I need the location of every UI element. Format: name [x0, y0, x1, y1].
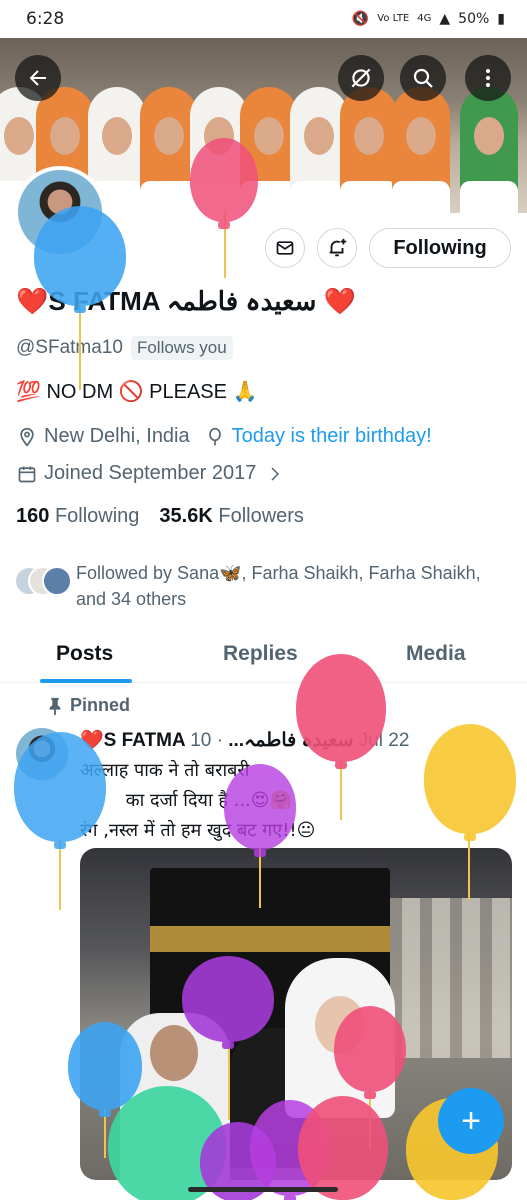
balloon-string: [228, 1040, 230, 1120]
following-count-link[interactable]: 160 Following: [16, 505, 139, 528]
battery-percent: 50%: [458, 11, 490, 27]
home-indicator: [188, 1187, 338, 1192]
pinned-label: Pinned: [70, 695, 131, 715]
profile-joined: Joined September 2017: [44, 462, 257, 484]
search-button[interactable]: [400, 55, 446, 101]
avatar: [42, 566, 72, 596]
mail-icon: [276, 241, 294, 255]
handle-row: @SFatma10 Follows you: [16, 336, 233, 360]
banner-person: [460, 87, 518, 213]
follows-you-badge: Follows you: [130, 336, 233, 360]
following-button[interactable]: Following: [369, 228, 511, 268]
profile-location: New Delhi, India: [44, 425, 190, 447]
active-tab-indicator: [40, 679, 132, 683]
balloon-decoration: [34, 206, 126, 313]
followers-label: Followers: [218, 505, 304, 527]
profile-bio: 💯 NO DM 🚫 PLEASE 🙏: [16, 381, 258, 403]
message-button[interactable]: [265, 228, 305, 268]
more-vertical-icon: [486, 69, 490, 87]
pin-icon: [49, 697, 61, 715]
joined-row[interactable]: Joined September 2017: [16, 462, 292, 485]
banner-person: [340, 87, 398, 213]
followers-count-link[interactable]: 35.6K Followers: [159, 505, 304, 528]
balloon-decoration: [224, 764, 296, 857]
balloon-decoration: [182, 956, 274, 1049]
follow-counts: 160 Following 35.6K Followers: [16, 505, 304, 528]
image-kaaba-band: [150, 926, 390, 952]
banner-person: [392, 87, 450, 213]
chevron-right-icon: [264, 463, 286, 485]
bell-plus-icon: [329, 238, 347, 257]
signal-icon: ▲: [439, 11, 451, 27]
profile-tabs: Posts Replies Media: [0, 628, 527, 683]
balloon-icon: [204, 426, 226, 448]
tab-posts[interactable]: Posts: [56, 642, 113, 666]
pinned-label-row: Pinned: [48, 695, 130, 716]
status-time: 6:28: [26, 9, 65, 29]
compose-button[interactable]: +: [438, 1088, 504, 1154]
balloon-decoration: [424, 724, 516, 841]
eye-slash-icon: [351, 68, 371, 88]
followers-count: 35.6K: [159, 505, 213, 527]
hide-button[interactable]: [338, 55, 384, 101]
arrow-left-icon: [29, 70, 46, 86]
mute-icon: 🔇: [351, 11, 370, 27]
tab-media[interactable]: Media: [406, 642, 466, 666]
following-label: Following: [54, 505, 140, 527]
location-pin-icon: [16, 426, 38, 448]
balloon-string: [59, 840, 61, 910]
balloon-decoration: [190, 138, 258, 229]
balloon-decoration: [334, 1006, 406, 1099]
tab-replies[interactable]: Replies: [223, 642, 298, 666]
balloon-decoration: [296, 654, 386, 769]
balloon-string: [259, 848, 261, 908]
status-bar: 6:28 🔇 Vo LTE 4G ▲ 50% ▮: [0, 0, 527, 38]
birthday-link[interactable]: Today is their birthday!: [232, 425, 432, 448]
calendar-icon: [16, 463, 38, 485]
search-icon: [413, 68, 433, 88]
followed-by-text: Followed by Sana🦋, Farha Shaikh, Farha S…: [76, 563, 481, 609]
balloon-string: [340, 760, 342, 820]
notifications-button[interactable]: [317, 228, 357, 268]
balloon-decoration: [14, 732, 106, 849]
volte-indicator: Vo LTE: [377, 13, 410, 24]
battery-icon: ▮: [497, 11, 505, 27]
more-button[interactable]: [465, 55, 511, 101]
network-type: 4G: [417, 13, 432, 24]
status-icons: 🔇 Vo LTE 4G ▲ 50% ▮: [352, 11, 505, 27]
location-birthday-row: New Delhi, India Today is their birthday…: [16, 425, 432, 448]
balloon-string: [79, 300, 81, 390]
followed-by-row[interactable]: Followed by Sana🦋, Farha Shaikh, Farha S…: [14, 560, 484, 612]
profile-handle: @SFatma10: [16, 337, 123, 358]
following-count: 160: [16, 505, 50, 527]
back-button[interactable]: [15, 55, 61, 101]
mutual-avatars: [14, 566, 76, 600]
balloon-decoration: [298, 1096, 388, 1200]
